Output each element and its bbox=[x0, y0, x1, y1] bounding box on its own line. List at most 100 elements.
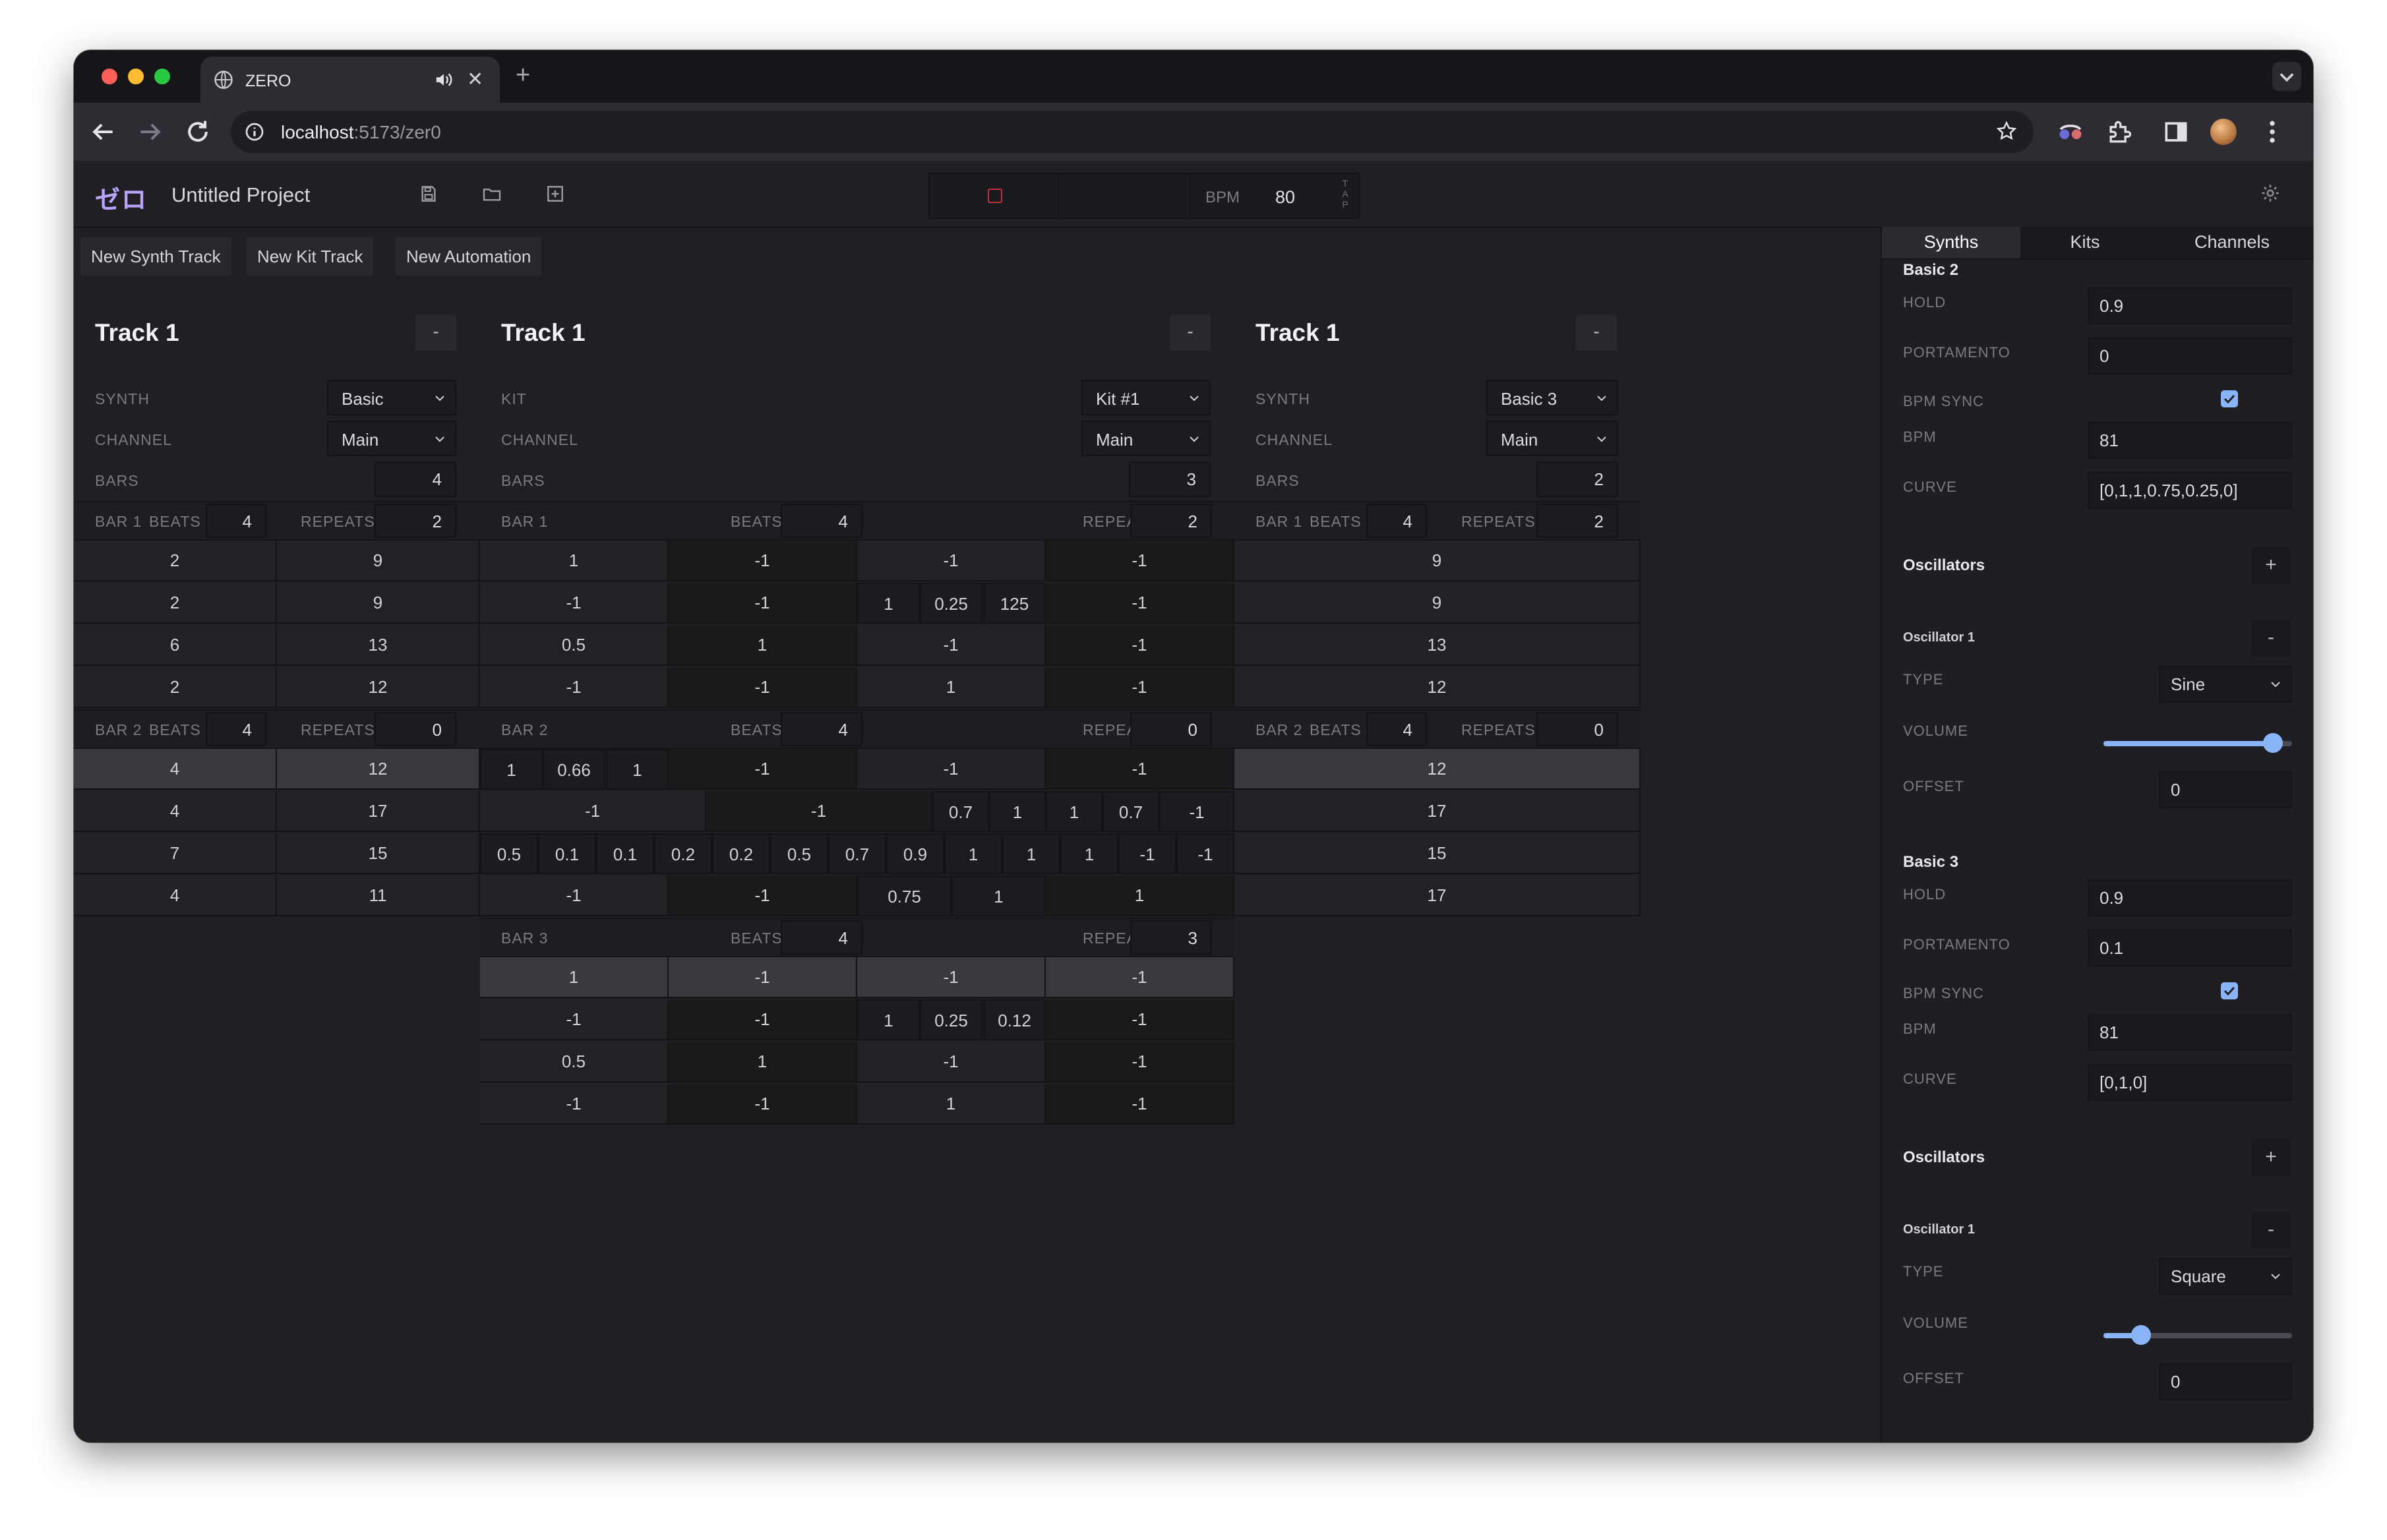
volume-knob[interactable] bbox=[2131, 1325, 2152, 1345]
grid-cell[interactable]: 0.25 bbox=[920, 999, 982, 1040]
grid-cell[interactable]: -1 bbox=[1046, 749, 1234, 790]
add-oscillator-button[interactable]: + bbox=[2251, 547, 2291, 584]
grid-cell[interactable]: 17 bbox=[1234, 875, 1641, 916]
curve-input[interactable]: [0,1,0] bbox=[2088, 1064, 2292, 1101]
grid-cell[interactable]: 1 bbox=[857, 1084, 1046, 1125]
volume-slider[interactable] bbox=[2103, 733, 2292, 753]
repeats-input[interactable]: 3 bbox=[1130, 920, 1212, 955]
repeats-input[interactable]: 2 bbox=[375, 504, 456, 538]
grid-cell[interactable]: -1 bbox=[857, 625, 1046, 666]
oscillator-type-select[interactable]: Square bbox=[2159, 1258, 2292, 1295]
grid-cell[interactable]: 2 bbox=[74, 667, 277, 708]
remove-track-button[interactable]: - bbox=[1576, 315, 1617, 351]
track-title[interactable]: Track 1 bbox=[501, 319, 586, 347]
track-title[interactable]: Track 1 bbox=[95, 319, 179, 347]
grid-cell[interactable]: -1 bbox=[480, 667, 669, 708]
repeats-input[interactable]: 2 bbox=[1536, 504, 1618, 538]
reload-icon[interactable] bbox=[183, 117, 212, 146]
grid-cell[interactable]: 1 bbox=[480, 749, 543, 790]
beats-input[interactable]: 4 bbox=[1366, 712, 1427, 746]
grid-cell[interactable]: 2 bbox=[74, 583, 277, 624]
grid-cell[interactable]: 9 bbox=[277, 541, 480, 581]
new-synth-track-button[interactable]: New Synth Track bbox=[80, 237, 231, 276]
beats-input[interactable]: 4 bbox=[781, 920, 862, 955]
grid-cell[interactable]: -1 bbox=[857, 1042, 1046, 1082]
grid-cell[interactable]: 7 bbox=[74, 833, 277, 874]
save-icon[interactable] bbox=[418, 183, 439, 204]
grid-cell[interactable]: 0.66 bbox=[543, 749, 605, 790]
offset-input[interactable]: 0 bbox=[2159, 1363, 2292, 1400]
open-folder-icon[interactable] bbox=[481, 183, 502, 204]
grid-cell[interactable]: 15 bbox=[277, 833, 480, 874]
grid-cell[interactable]: 17 bbox=[277, 791, 480, 832]
grid-cell[interactable]: -1 bbox=[669, 749, 857, 790]
grid-cell[interactable]: -1 bbox=[857, 957, 1046, 998]
grid-cell[interactable]: 12 bbox=[1234, 667, 1641, 708]
grid-cell[interactable]: 17 bbox=[1234, 791, 1641, 832]
grid-cell[interactable]: 0.7 bbox=[932, 791, 989, 832]
tab-search-button[interactable] bbox=[2272, 62, 2301, 91]
grid-cell[interactable]: 0.5 bbox=[480, 625, 669, 666]
grid-cell[interactable]: 0.7 bbox=[828, 833, 886, 874]
hold-input[interactable]: 0.9 bbox=[2088, 879, 2292, 916]
beats-input[interactable]: 4 bbox=[206, 712, 266, 746]
add-oscillator-button[interactable]: + bbox=[2251, 1139, 2291, 1176]
grid-cell[interactable]: 1 bbox=[1060, 833, 1118, 874]
synth-select[interactable]: Basic bbox=[327, 380, 456, 415]
grid-cell[interactable]: 1 bbox=[857, 667, 1046, 708]
beats-input[interactable]: 4 bbox=[206, 504, 266, 538]
grid-cell[interactable]: 11 bbox=[277, 875, 480, 916]
grid-cell[interactable]: 1 bbox=[1046, 875, 1234, 916]
remove-oscillator-button[interactable]: - bbox=[2251, 620, 2291, 657]
loop-button[interactable] bbox=[1059, 174, 1191, 218]
grid-cell[interactable]: -1 bbox=[1046, 999, 1234, 1040]
grid-cell[interactable]: 0.5 bbox=[770, 833, 828, 874]
grid-cell[interactable]: 0.12 bbox=[983, 999, 1046, 1040]
grid-cell[interactable]: -1 bbox=[1046, 541, 1234, 581]
grid-cell[interactable]: -1 bbox=[669, 583, 857, 624]
grid-cell[interactable]: 1 bbox=[857, 583, 920, 624]
grid-cell[interactable]: -1 bbox=[1046, 1042, 1234, 1082]
grid-cell[interactable]: 9 bbox=[1234, 541, 1641, 581]
grid-cell[interactable]: 4 bbox=[74, 875, 277, 916]
grid-cell[interactable]: 9 bbox=[1234, 583, 1641, 624]
grid-cell[interactable]: -1 bbox=[1046, 1084, 1234, 1125]
new-automation-button[interactable]: New Automation bbox=[396, 237, 542, 276]
side-panel-icon[interactable] bbox=[2161, 117, 2191, 146]
export-icon[interactable] bbox=[545, 183, 566, 204]
beats-input[interactable]: 4 bbox=[1366, 504, 1427, 538]
grid-cell[interactable]: -1 bbox=[480, 583, 669, 624]
profile-avatar[interactable] bbox=[2210, 119, 2237, 145]
grid-cell[interactable]: -1 bbox=[669, 875, 857, 916]
grid-cell[interactable]: 6 bbox=[74, 625, 277, 666]
grid-cell[interactable]: 1 bbox=[857, 999, 920, 1040]
grid-cell[interactable]: 12 bbox=[277, 667, 480, 708]
grid-cell[interactable]: 1 bbox=[944, 833, 1002, 874]
grid-cell[interactable]: -1 bbox=[857, 749, 1046, 790]
stop-button[interactable] bbox=[930, 174, 1059, 218]
grid-cell[interactable]: 0.2 bbox=[654, 833, 712, 874]
remove-track-button[interactable]: - bbox=[1170, 315, 1211, 351]
portamento-input[interactable]: 0 bbox=[2088, 338, 2292, 374]
grid-cell[interactable]: -1 bbox=[1118, 833, 1176, 874]
grid-cell[interactable]: 13 bbox=[277, 625, 480, 666]
channel-select[interactable]: Main bbox=[327, 421, 456, 456]
repeats-input[interactable]: 2 bbox=[1130, 504, 1212, 538]
channel-select[interactable]: Main bbox=[1486, 421, 1618, 456]
tab-synths[interactable]: Synths bbox=[1882, 227, 2020, 258]
minimize-window-button[interactable] bbox=[128, 69, 144, 84]
hold-input[interactable]: 0.9 bbox=[2088, 287, 2292, 324]
grid-cell[interactable]: 0.1 bbox=[538, 833, 596, 874]
more-menu-icon[interactable] bbox=[2258, 117, 2287, 146]
oscillator-type-select[interactable]: Sine bbox=[2159, 666, 2292, 703]
grid-cell[interactable]: 1 bbox=[480, 957, 669, 998]
grid-cell[interactable]: 125 bbox=[983, 583, 1046, 624]
grid-cell[interactable]: 1 bbox=[606, 749, 669, 790]
bookmark-star-icon[interactable] bbox=[1995, 120, 2018, 142]
grid-cell[interactable]: -1 bbox=[1176, 833, 1234, 874]
repeats-input[interactable]: 0 bbox=[1536, 712, 1618, 746]
new-kit-track-button[interactable]: New Kit Track bbox=[247, 237, 374, 276]
grid-cell[interactable]: -1 bbox=[480, 1084, 669, 1125]
grid-cell[interactable]: -1 bbox=[669, 999, 857, 1040]
grid-cell[interactable]: 4 bbox=[74, 749, 277, 790]
